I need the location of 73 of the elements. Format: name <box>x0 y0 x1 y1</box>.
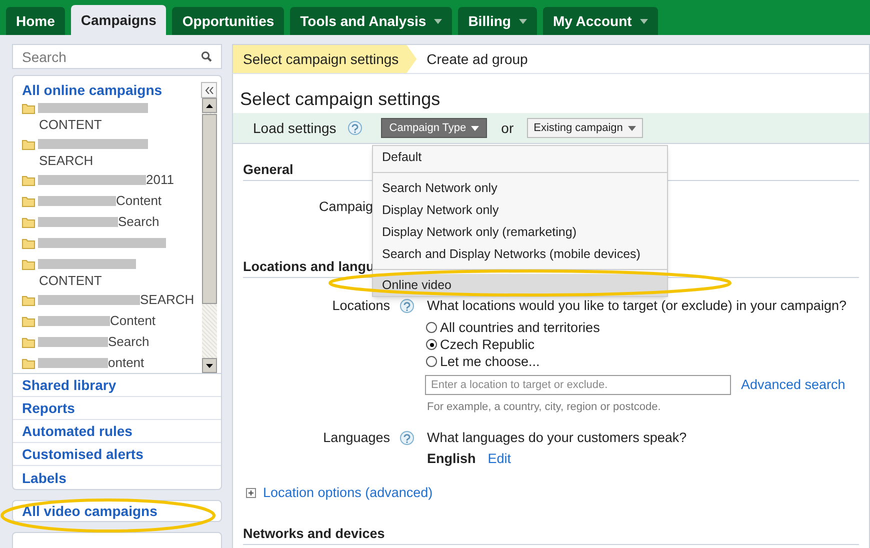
help-icon[interactable] <box>400 431 414 445</box>
field-label: Locations <box>331 298 390 314</box>
menu-item[interactable]: Display Network only <box>373 199 667 221</box>
folder-icon <box>22 138 35 150</box>
search-icon <box>201 51 212 62</box>
sidebar-link[interactable]: Automated rules <box>13 420 221 443</box>
sidebar-link[interactable]: Labels <box>13 466 221 489</box>
help-icon[interactable] <box>400 299 414 313</box>
field-label: Load settings <box>253 120 336 136</box>
campaign-name[interactable]: 2011 <box>146 172 174 188</box>
folder-icon <box>22 174 35 186</box>
dropdown-button[interactable]: Existing campaign <box>526 118 643 138</box>
campaign-name[interactable]: SEARCH <box>140 292 194 308</box>
nav-tab[interactable]: Tools and Analysis <box>290 7 452 35</box>
folder-icon <box>22 216 35 228</box>
redaction-bar <box>38 316 110 326</box>
question-text: What languages do your customers speak? <box>427 430 687 446</box>
collapse-icon <box>204 86 214 94</box>
or-label: or <box>501 120 514 136</box>
field-label: Languages <box>322 430 390 446</box>
collapse-button[interactable] <box>201 82 217 98</box>
campaign-name[interactable]: Search <box>108 334 150 350</box>
scroll-down-icon[interactable] <box>202 358 217 373</box>
campaign-name[interactable]: SEARCH <box>22 153 202 168</box>
folder-icon <box>22 258 35 270</box>
help-icon[interactable] <box>348 121 362 135</box>
folder-icon <box>22 102 35 114</box>
redaction-bar <box>38 358 108 368</box>
campaign-name[interactable]: Content <box>116 193 162 209</box>
scrollbar[interactable] <box>202 98 217 373</box>
sidebar-link[interactable]: Shared library <box>13 374 221 397</box>
location-input[interactable]: Enter a location to target or exclude. <box>425 375 731 395</box>
nav-tab[interactable]: Opportunities <box>172 7 284 35</box>
folder-icon <box>22 336 35 348</box>
advanced-search-link[interactable]: Advanced search <box>741 377 846 393</box>
nav-tab[interactable]: Home <box>6 7 65 35</box>
caret-icon <box>628 126 636 130</box>
folder-icon <box>22 238 35 248</box>
folder-icon <box>22 294 35 306</box>
scroll-thumb[interactable] <box>202 114 217 304</box>
menu-item[interactable]: Display Network only (remarketing) <box>373 221 667 243</box>
radio-option[interactable]: Czech Republic <box>426 336 846 353</box>
caret-icon <box>471 126 480 130</box>
campaigns-heading[interactable]: All online campaigns <box>22 82 162 98</box>
hint-text: For example, a country, city, region or postcode. <box>427 400 662 415</box>
folder-icon <box>22 358 35 368</box>
location-options-link[interactable]: Location options (advanced) <box>263 485 433 501</box>
campaign-name[interactable]: CONTENT <box>22 117 202 132</box>
sidebar-link[interactable]: Reports <box>13 397 221 420</box>
search-field[interactable]: Search <box>12 44 222 69</box>
folder-icon <box>22 196 35 206</box>
language-value: English <box>427 451 476 467</box>
redaction-bar <box>38 337 108 347</box>
folder-icon <box>22 316 35 326</box>
step-tab[interactable]: Select campaign settings <box>233 45 417 73</box>
campaign-name[interactable]: CONTENT <box>22 273 202 288</box>
edit-link[interactable]: Edit <box>488 451 512 467</box>
nav-tab[interactable]: Campaigns <box>70 5 166 35</box>
field-label: Campaig <box>318 199 373 216</box>
campaign-name[interactable]: ontent <box>108 355 144 371</box>
radio-option[interactable]: Let me choose... <box>426 353 846 370</box>
sidebar-link[interactable]: Customised alerts <box>13 443 221 466</box>
question-text: What locations would you like to target (or exclude) in your campaign? <box>427 298 846 314</box>
nav-tab[interactable]: My Account <box>542 7 658 35</box>
expand-icon[interactable] <box>246 488 256 498</box>
section-heading: Networks and devices <box>243 526 859 545</box>
radio-option[interactable]: All countries and territories <box>426 319 846 336</box>
scroll-up-icon[interactable] <box>202 98 217 113</box>
page-title: Select campaign settings <box>239 91 442 107</box>
dropdown-button[interactable]: Campaign Type <box>381 118 488 138</box>
campaign-name[interactable]: Search <box>118 214 160 230</box>
nav-tab[interactable]: Billing <box>458 7 537 35</box>
campaign-name[interactable]: Content <box>110 313 156 329</box>
